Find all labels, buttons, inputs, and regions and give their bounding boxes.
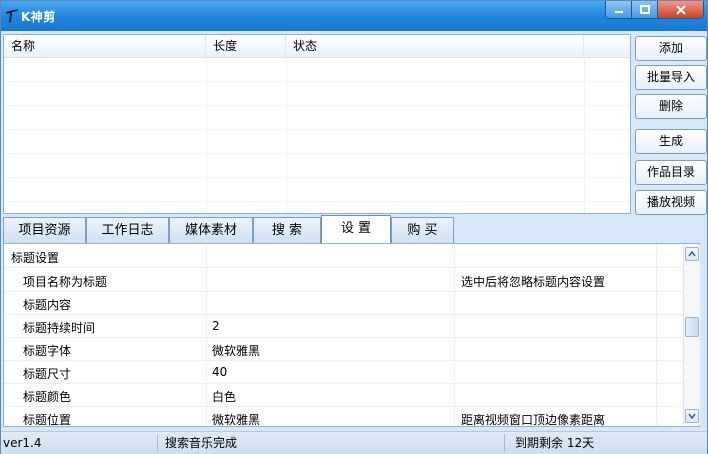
property-value[interactable]: 40 [212,365,227,379]
list-grid-line [4,105,630,106]
minimize-icon [614,10,623,13]
property-value[interactable]: 白色 [212,388,236,405]
property-name: 项目名称为标题 [23,275,108,289]
list-grid-line [4,153,630,154]
close-icon [675,4,686,15]
property-value[interactable]: 微软雅黑 [212,411,260,426]
list-grid-line [4,177,630,178]
property-name: 标题尺寸 [23,367,72,381]
project-list[interactable]: 名称 长度 状态 [3,34,631,214]
play-video-button[interactable]: 播放视频 [635,190,707,215]
delete-button[interactable]: 删除 [635,94,707,119]
app-logo-icon [6,9,18,23]
property-name: 标题字体 [23,344,72,358]
property-description: 距离视频窗口顶边像素距离 [461,413,606,427]
batch-import-button[interactable]: 批量导入 [635,65,707,90]
add-button[interactable]: 添加 [635,36,707,61]
property-name: 标题内容 [23,298,72,312]
list-header: 名称 长度 状态 [4,35,630,58]
settings-property-grid[interactable]: 标题设置 项目名称为标题 选中后将忽略标题内容设置 标题内容 标题持续时间 2 … [3,243,700,427]
status-bar: ver1.4 搜索音乐完成 到期剩余 12天 [1,431,707,454]
tab-settings[interactable]: 设 置 [321,215,391,244]
column-header-name[interactable]: 名称 [4,35,206,57]
maximize-button[interactable] [631,1,658,19]
tab-purchase[interactable]: 购 买 [391,217,454,243]
close-button[interactable] [657,1,704,19]
main-window: K神剪 名称 长度 状态 添加 批量导入 删除 生成 作品目录 播放视频 项目资… [0,0,708,454]
scroll-down-button[interactable] [685,409,699,423]
chevron-up-icon [688,251,696,257]
property-row[interactable]: 标题内容 [4,292,684,315]
property-name: 标题颜色 [23,390,72,404]
property-value[interactable]: 2 [212,319,220,333]
property-description: 选中后将忽略标题内容设置 [461,275,606,289]
scroll-thumb[interactable] [685,317,699,337]
works-directory-button[interactable]: 作品目录 [635,160,707,185]
property-row[interactable]: 标题持续时间 2 [4,315,684,338]
property-row[interactable]: 项目名称为标题 选中后将忽略标题内容设置 [4,269,684,292]
property-name: 标题位置 [23,413,72,427]
vertical-scrollbar[interactable] [683,245,700,425]
chevron-down-icon [688,413,696,419]
tab-work-log[interactable]: 工作日志 [86,217,169,243]
list-grid-line [4,81,630,82]
title-bar[interactable]: K神剪 [1,1,707,31]
generate-button[interactable]: 生成 [635,129,707,154]
column-header-length[interactable]: 长度 [206,35,286,57]
scroll-up-button[interactable] [685,247,699,261]
minimize-button[interactable] [605,1,632,19]
tab-search[interactable]: 搜 索 [253,217,321,243]
status-message: 搜索音乐完成 [163,434,505,452]
property-row[interactable]: 标题颜色 白色 [4,384,684,407]
property-row[interactable]: 标题尺寸 40 [4,361,684,384]
property-row[interactable]: 标题字体 微软雅黑 [4,338,684,361]
tab-media-assets[interactable]: 媒体素材 [169,217,253,243]
property-value[interactable]: 微软雅黑 [212,342,260,359]
property-row[interactable]: 标题位置 微软雅黑 距离视频窗口顶边像素距离 [4,407,684,427]
column-header-status[interactable]: 状态 [286,35,584,57]
tab-project-resources[interactable]: 项目资源 [3,217,86,243]
window-title: K神剪 [21,10,56,24]
version-label: ver1.4 [1,434,158,452]
section-title-settings: 标题设置 [4,248,684,268]
list-grid-line [4,129,630,130]
maximize-icon [639,5,650,14]
property-name: 标题持续时间 [23,321,96,335]
expiry-label: 到期剩余 12天 [515,436,595,450]
list-grid-line [4,201,630,202]
